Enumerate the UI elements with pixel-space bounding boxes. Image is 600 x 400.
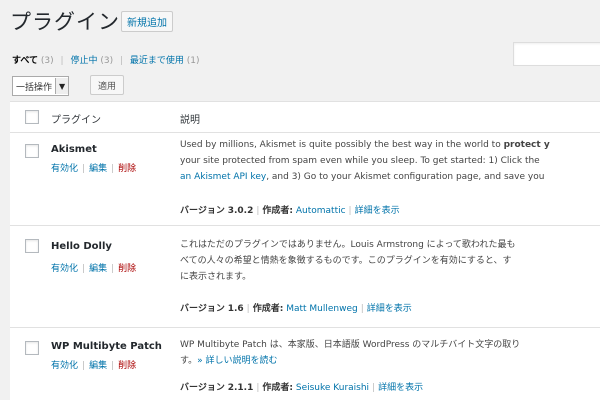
filter-recent-count: (1)	[186, 56, 200, 66]
filter-recent-link[interactable]: 最近まで使用	[130, 56, 184, 66]
activate-link[interactable]: 有効化	[51, 164, 78, 174]
row-actions: 有効化 | 編集 | 削除	[51, 164, 137, 174]
description-text: , and 3) Go to your Akismet configuratio…	[266, 172, 545, 182]
chevron-down-icon[interactable]: ▼	[55, 78, 69, 94]
edit-link[interactable]: 編集	[89, 361, 107, 371]
details-link[interactable]: 詳細を表示	[355, 206, 400, 216]
page-title: プラグイン	[10, 10, 120, 34]
version-value: 2.1.1	[227, 383, 254, 393]
description-text: your site protected from spam even while…	[180, 156, 540, 166]
plugin-checkbox[interactable]	[25, 341, 39, 355]
edit-link[interactable]: 編集	[89, 164, 107, 174]
plugin-name: WP Multibyte Patch	[51, 341, 162, 352]
filter-all-count: (3)	[40, 56, 54, 66]
plugin-row-hello-dolly: Hello Dolly 有効化 | 編集 | 削除 これはただのプラグインではありません…	[10, 226, 600, 328]
api-key-link[interactable]: an Akismet API key	[180, 172, 266, 182]
description-text: べての人々の希望と情熱を象徴するものです。このプラグインを有効にすると、す	[180, 256, 512, 266]
column-header-plugin: プラグイン	[51, 115, 101, 126]
author-link[interactable]: Seisuke Kuraishi	[296, 383, 369, 393]
activate-link[interactable]: 有効化	[51, 264, 78, 274]
filter-all-link[interactable]: すべて	[12, 56, 38, 66]
status-filter-links: すべて (3) | 停止中 (3) | 最近まで使用 (1)	[12, 53, 200, 66]
table-header: プラグイン 説明	[10, 102, 600, 133]
author-link[interactable]: Matt Mullenweg	[286, 304, 358, 314]
description-text: Used by millions, Akismet is quite possi…	[180, 140, 504, 150]
filter-inactive-link[interactable]: 停止中	[70, 56, 97, 66]
add-new-button[interactable]: 新規追加	[121, 11, 173, 32]
author-label: 作成者:	[262, 206, 293, 216]
plugin-checkbox[interactable]	[25, 239, 39, 253]
apply-button[interactable]: 適用	[90, 75, 125, 95]
details-link[interactable]: 詳細を表示	[378, 383, 423, 393]
edit-link[interactable]: 編集	[89, 264, 107, 274]
bulk-action-value: 一括操作	[16, 82, 53, 93]
version-label: バージョン	[180, 304, 225, 314]
activate-link[interactable]: 有効化	[51, 361, 78, 371]
plugin-checkbox[interactable]	[25, 144, 39, 158]
description-bold-text: protect y	[503, 140, 550, 150]
plugin-name: Hello Dolly	[51, 241, 112, 252]
plugin-search-input[interactable]	[513, 42, 600, 66]
version-value: 3.0.2	[227, 206, 254, 216]
author-label: 作成者:	[252, 304, 284, 314]
plugins-table: プラグイン 説明 Akismet 有効化 | 編集 | 削除 Used by milli…	[10, 101, 600, 400]
plugin-meta: バージョン 1.6 | 作成者: Matt Mullenweg | 詳細を表示	[180, 304, 412, 314]
row-actions: 有効化 | 編集 | 削除	[51, 264, 137, 274]
version-label: バージョン	[180, 383, 225, 393]
description-text: す。	[180, 356, 198, 366]
delete-link[interactable]: 削除	[118, 164, 136, 174]
description-text: に表示されます。	[180, 272, 252, 282]
plugin-meta: バージョン 3.0.2 | 作成者: Automattic | 詳細を表示	[180, 206, 400, 216]
author-link[interactable]: Automattic	[296, 206, 346, 216]
description-text: WP Multibyte Patch は、本家版、日本語版 WordPress …	[180, 340, 521, 350]
version-value: 1.6	[227, 304, 244, 314]
delete-link[interactable]: 削除	[118, 264, 136, 274]
plugin-description: WP Multibyte Patch は、本家版、日本語版 WordPress …	[180, 337, 600, 369]
plugin-description: これはただのプラグインではありません。Louis Armstrong によって歌…	[180, 237, 600, 285]
plugin-row-wp-multibyte-patch: WP Multibyte Patch 有効化 | 編集 | 削除 WP Multibyt…	[10, 328, 600, 400]
version-label: バージョン	[180, 206, 225, 216]
filter-inactive-count: (3)	[100, 56, 114, 66]
filter-separator: |	[119, 56, 123, 66]
plugin-meta: バージョン 2.1.1 | 作成者: Seisuke Kuraishi | 詳細を表示	[180, 383, 424, 393]
plugin-row-akismet: Akismet 有効化 | 編集 | 削除 Used by millions, Akis…	[10, 133, 600, 226]
description-text: これはただのプラグインではありません。Louis Armstrong によって歌…	[180, 240, 516, 250]
bulk-action-select[interactable]: 一括操作 ▼	[12, 76, 70, 96]
row-actions: 有効化 | 編集 | 削除	[51, 361, 137, 371]
select-all-checkbox[interactable]	[25, 110, 39, 124]
read-more-link[interactable]: » 詳しい説明を読む	[197, 356, 277, 366]
filter-separator: |	[60, 56, 64, 66]
plugins-page: プラグイン 新規追加 すべて (3) | 停止中 (3) | 最近まで使用 (1…	[0, 0, 600, 400]
author-label: 作成者:	[262, 383, 293, 393]
details-link[interactable]: 詳細を表示	[367, 304, 412, 314]
plugin-description: Used by millions, Akismet is quite possi…	[180, 137, 600, 185]
column-header-description: 説明	[180, 115, 200, 126]
delete-link[interactable]: 削除	[118, 361, 136, 371]
plugin-name: Akismet	[51, 144, 97, 155]
